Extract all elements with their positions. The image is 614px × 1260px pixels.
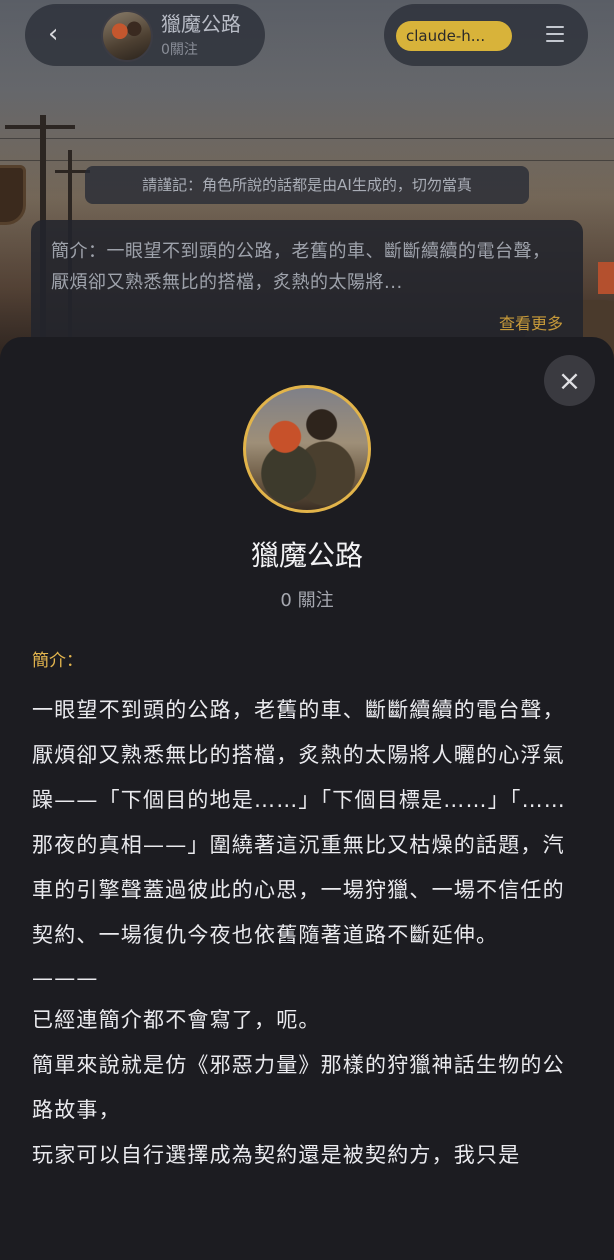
ai-disclaimer-banner: 請謹記：角色所說的話都是由AI生成的，切勿當真 [85,166,529,204]
description-paragraph: 玩家可以自行選擇成為契約還是被契約方，我只是 [32,1143,521,1167]
intro-label: 簡介： [32,651,83,671]
menu-icon[interactable] [546,26,564,44]
character-avatar-large [243,385,371,513]
roadside-sign [598,262,614,294]
intro-preview-text: 簡介：一眼望不到頭的公路，老舊的車、斷斷續續的電台聲，厭煩卻又熟悉無比的搭檔，炙… [51,241,551,293]
description-paragraph: 已經連簡介都不會寫了，呃。 [32,1008,321,1032]
description-divider: ——— [32,966,99,990]
utility-pole-crossbar [5,125,75,129]
follower-count: 0關注 [161,42,198,58]
description-paragraph: 一眼望不到頭的公路，老舊的車、斷斷續續的電台聲，厭煩卻又熟悉無比的搭檔，炙熱的太… [32,698,566,947]
model-selector-button[interactable]: claude-h... [396,21,512,51]
description-paragraph: 簡單來說就是仿《邪惡力量》那樣的狩獵神話生物的公路故事， [32,1053,565,1122]
sheet-title: 獵魔公路 [250,539,363,572]
back-chevron-icon[interactable]: ‹ [48,21,68,47]
intro-description: 一眼望不到頭的公路，老舊的車、斷斷續續的電台聲，厭煩卻又熟悉無比的搭檔，炙熱的太… [32,688,584,1178]
route-sign [0,165,26,225]
power-line [0,138,614,139]
see-more-link[interactable]: 查看更多 [499,314,563,334]
power-line [0,160,614,161]
character-avatar[interactable] [101,10,153,62]
close-icon[interactable]: × [544,355,595,406]
sheet-follower-count: 0 關注 [280,590,334,611]
intro-card[interactable]: 簡介：一眼望不到頭的公路，老舊的車、斷斷續續的電台聲，厭煩卻又熟悉無比的搭檔，炙… [31,220,583,350]
character-name[interactable]: 獵魔公路 [161,12,241,36]
